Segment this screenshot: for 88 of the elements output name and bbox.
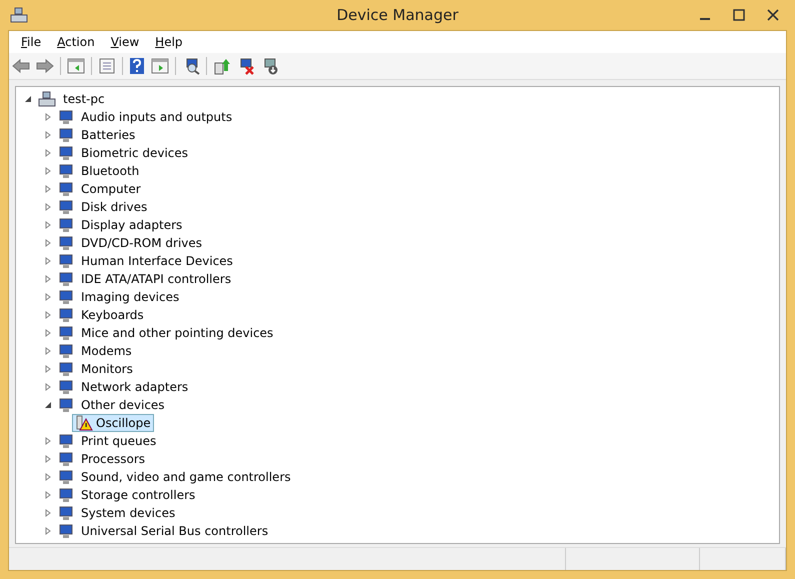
close-icon[interactable] — [767, 9, 779, 21]
tree-item[interactable]: Batteries — [78, 126, 138, 144]
device-icon — [58, 361, 74, 377]
tree-item[interactable]: Modems — [78, 342, 135, 360]
tree-item[interactable]: Display adapters — [78, 216, 186, 234]
device-icon — [58, 343, 74, 359]
expand-arrow-icon[interactable] — [44, 185, 52, 193]
menu-item[interactable]: Action — [49, 35, 103, 49]
device-icon — [58, 325, 74, 341]
tree-item[interactable]: Keyboards — [78, 306, 147, 324]
tree-item[interactable]: System devices — [78, 504, 178, 522]
device-icon — [58, 109, 74, 125]
tree-item[interactable]: Processors — [78, 450, 148, 468]
tree-item[interactable]: Oscillope — [96, 416, 151, 430]
device-icon — [58, 181, 74, 197]
tree-item[interactable]: Network adapters — [78, 378, 192, 396]
expand-arrow-icon[interactable] — [44, 437, 52, 445]
collapse-arrow-icon[interactable] — [44, 401, 52, 409]
menu-item[interactable]: View — [102, 35, 148, 49]
expand-arrow-icon[interactable] — [44, 311, 52, 319]
tree-item[interactable]: Human Interface Devices — [78, 252, 236, 270]
collapse-arrow-icon[interactable] — [24, 95, 32, 103]
device-icon — [58, 505, 74, 521]
tree-item[interactable]: IDE ATA/ATAPI controllers — [78, 270, 234, 288]
expand-arrow-icon[interactable] — [44, 329, 52, 337]
tree-item[interactable]: DVD/CD-ROM drives — [78, 234, 206, 252]
window-pane-icon[interactable] — [67, 58, 85, 74]
expand-arrow-icon[interactable] — [44, 347, 52, 355]
properties-icon[interactable] — [98, 58, 116, 74]
expand-arrow-icon[interactable] — [44, 365, 52, 373]
device-icon — [58, 433, 74, 449]
expand-arrow-icon[interactable] — [44, 149, 52, 157]
device-icon — [58, 487, 74, 503]
expand-arrow-icon[interactable] — [44, 239, 52, 247]
tree-item[interactable]: Universal Serial Bus controllers — [78, 522, 272, 540]
tree-item[interactable]: Biometric devices — [78, 144, 192, 162]
expand-arrow-icon[interactable] — [44, 257, 52, 265]
back-arrow-icon[interactable] — [12, 58, 30, 74]
device-icon — [58, 469, 74, 485]
device-icon — [58, 145, 74, 161]
expand-arrow-icon[interactable] — [44, 221, 52, 229]
maximize-icon[interactable] — [733, 9, 745, 21]
expand-arrow-icon[interactable] — [44, 203, 52, 211]
device-icon — [58, 253, 74, 269]
tree-item[interactable]: Disk drives — [78, 198, 150, 216]
tree-item[interactable]: Storage controllers — [78, 486, 198, 504]
tree-item[interactable]: Print queues — [78, 432, 160, 450]
forward-arrow-icon[interactable] — [36, 58, 54, 74]
computer-icon — [38, 91, 56, 107]
expand-arrow-icon[interactable] — [44, 383, 52, 391]
tree-item[interactable]: Other devices — [78, 396, 168, 414]
tree-item[interactable]: Bluetooth — [78, 162, 142, 180]
tree-item[interactable]: Sound, video and game controllers — [78, 468, 294, 486]
expand-arrow-icon[interactable] — [44, 509, 52, 517]
device-icon — [58, 307, 74, 323]
expand-arrow-icon[interactable] — [44, 131, 52, 139]
device-icon — [58, 163, 74, 179]
device-icon — [58, 199, 74, 215]
device-icon — [58, 235, 74, 251]
expand-arrow-icon[interactable] — [44, 293, 52, 301]
expand-arrow-icon[interactable] — [44, 113, 52, 121]
window-pane-icon[interactable] — [151, 58, 169, 74]
expand-arrow-icon[interactable] — [44, 473, 52, 481]
tree-item[interactable]: Imaging devices — [78, 288, 182, 306]
help-icon[interactable] — [129, 57, 145, 75]
device-icon — [58, 523, 74, 539]
device-icon — [58, 289, 74, 305]
device-icon — [58, 379, 74, 395]
computer-icon — [10, 7, 28, 23]
tree-item[interactable]: Audio inputs and outputs — [78, 108, 236, 126]
menu-item[interactable]: File — [13, 35, 50, 49]
expand-arrow-icon[interactable] — [44, 527, 52, 535]
device-icon — [58, 451, 74, 467]
tree-item[interactable]: Mice and other pointing devices — [78, 324, 276, 342]
device-icon — [58, 397, 74, 413]
menu-item[interactable]: Help — [147, 35, 191, 49]
expand-arrow-icon[interactable] — [44, 275, 52, 283]
tree-item[interactable]: Monitors — [78, 360, 136, 378]
expand-arrow-icon[interactable] — [44, 455, 52, 463]
tree-item[interactable]: test-pc — [60, 90, 108, 108]
window-title: Device Manager — [336, 6, 458, 24]
device-icon — [58, 217, 74, 233]
expand-arrow-icon[interactable] — [44, 167, 52, 175]
device-icon — [58, 271, 74, 287]
device-icon — [58, 127, 74, 143]
tree-item[interactable]: Computer — [78, 180, 144, 198]
update-driver-icon[interactable] — [213, 57, 231, 75]
expand-arrow-icon[interactable] — [44, 491, 52, 499]
